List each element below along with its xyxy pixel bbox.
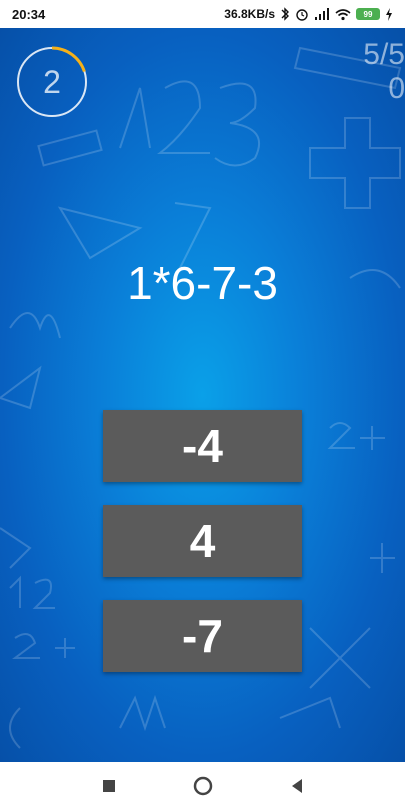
timer-value: 2 [43, 63, 61, 100]
recents-button[interactable] [97, 774, 121, 798]
game-area: 2 5/5 0 1*6-7-3 -4 4 -7 [0, 28, 405, 762]
answer-button-3[interactable]: -7 [103, 600, 302, 672]
alarm-icon [296, 9, 308, 21]
answer-button-2[interactable]: 4 [103, 505, 302, 577]
signal-icon [315, 7, 329, 20]
bluetooth-icon [281, 7, 289, 21]
wifi-icon [335, 8, 351, 20]
home-circle-icon [193, 776, 212, 796]
home-button[interactable] [191, 774, 215, 798]
back-triangle-icon [291, 779, 302, 793]
network-speed: 36.8KB/s [224, 7, 275, 21]
answer-button-1[interactable]: -4 [103, 410, 302, 482]
charging-icon [386, 7, 392, 21]
battery-icon: 99 [356, 8, 380, 20]
status-time: 20:34 [12, 6, 46, 22]
score-progress: 5/5 [363, 38, 405, 71]
score-points: 0 [388, 72, 405, 105]
score-display: 5/5 0 [345, 38, 405, 106]
back-button[interactable] [285, 774, 309, 798]
recents-square-icon [102, 780, 115, 792]
navigation-bar [0, 762, 405, 810]
status-icons: 36.8KB/s 99 [224, 7, 393, 21]
math-expression: 1*6-7-3 [127, 257, 278, 309]
status-bar: 20:34 36.8KB/s 99 [0, 0, 405, 28]
countdown-timer: 2 [16, 46, 88, 118]
